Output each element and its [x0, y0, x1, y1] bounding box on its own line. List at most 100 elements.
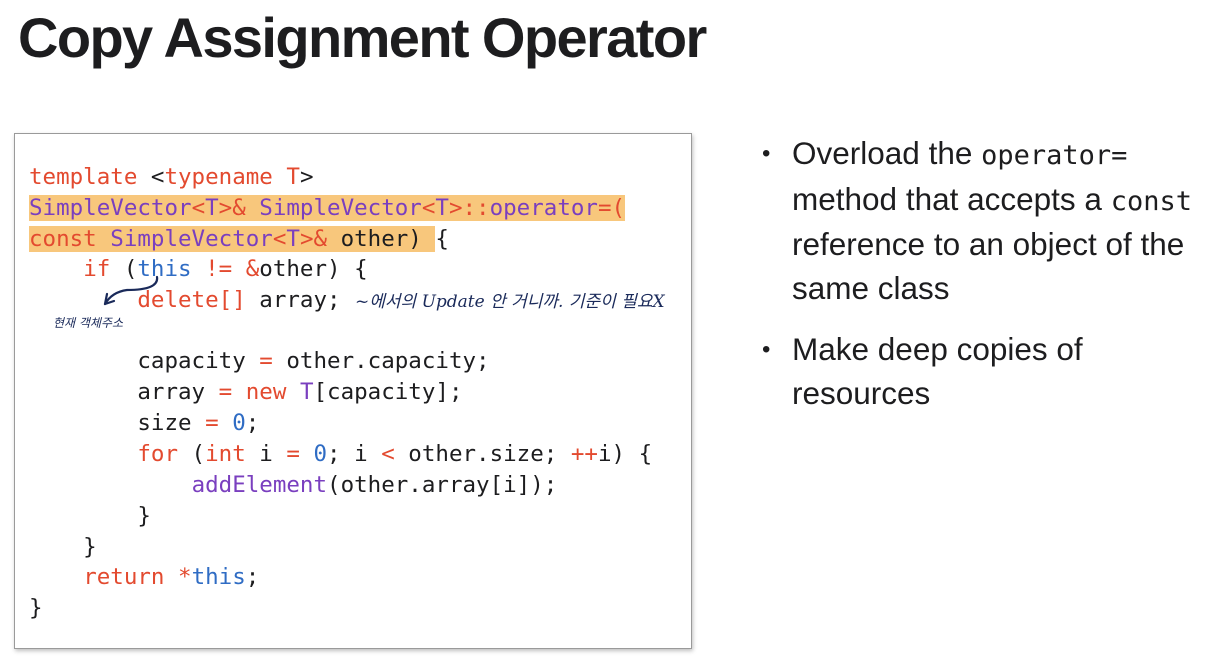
- code-token: <: [191, 195, 206, 221]
- bullet-item: • Overload the operator= method that acc…: [762, 132, 1222, 310]
- code-token: !=: [205, 256, 233, 282]
- keyword: new: [245, 379, 287, 405]
- code-token: >&: [218, 195, 260, 221]
- code-line-2: SimpleVector<T>& SimpleVector<T>::operat…: [29, 193, 626, 223]
- bullet-text: reference to an object of the same class: [792, 226, 1185, 306]
- code-token: >: [299, 164, 314, 190]
- operator-keyword: operator: [489, 195, 598, 221]
- keyword: for: [137, 441, 179, 467]
- code-line-8: size = 0;: [29, 408, 259, 438]
- code-token: ;: [245, 410, 260, 436]
- code-line-12: }: [29, 532, 97, 562]
- bullet-text: Overload the: [792, 135, 982, 171]
- code-token: *: [178, 564, 192, 590]
- code-token: }: [29, 534, 97, 560]
- this-keyword: this: [191, 564, 246, 590]
- code-token: (other.array[i]);: [327, 472, 558, 498]
- code-line-13: return *this;: [29, 562, 259, 592]
- keyword: typename: [164, 164, 287, 190]
- code-token: other): [340, 226, 436, 252]
- code-token: {: [435, 226, 449, 252]
- bullet-item: • Make deep copies of resources: [762, 328, 1222, 415]
- keyword: template: [29, 164, 151, 190]
- code-token: other.size;: [394, 441, 571, 467]
- code-token: ;: [245, 564, 260, 590]
- type-param: T: [205, 195, 219, 221]
- code-token: <: [150, 164, 165, 190]
- code-token: array;: [245, 287, 341, 313]
- code-token: (: [178, 441, 206, 467]
- code-token: =: [205, 410, 219, 436]
- code-line-10: addElement(other.array[i]);: [29, 470, 558, 500]
- code-token: <: [381, 441, 395, 467]
- bullet-text: method that accepts a: [792, 180, 1111, 217]
- type-param: T: [299, 379, 314, 405]
- class-name: SimpleVector: [29, 195, 192, 221]
- function-name: addElement: [191, 472, 328, 498]
- code-line-6: capacity = other.capacity;: [29, 346, 490, 376]
- keyword: int: [205, 441, 246, 467]
- code-token: =(: [597, 195, 626, 221]
- number-literal: 0: [232, 410, 246, 436]
- code-token: <: [421, 195, 436, 221]
- code-token: }: [29, 503, 151, 529]
- type-param: T: [286, 226, 300, 252]
- handwritten-arrow: [103, 275, 159, 306]
- code-token: i) {: [597, 441, 653, 467]
- code-token: capacity: [137, 348, 246, 374]
- class-name: SimpleVector: [110, 226, 273, 252]
- code-token: array: [29, 379, 219, 405]
- slide-title: Copy Assignment Operator: [18, 6, 707, 69]
- handwritten-note-left: 현재 객체주소: [53, 316, 124, 330]
- code-token: <: [272, 226, 287, 252]
- code-token: =: [218, 379, 233, 405]
- bullet-dot: •: [762, 140, 771, 167]
- code-line-11: }: [29, 501, 151, 531]
- code-line-4: if (this != &other) {: [29, 254, 368, 284]
- keyword: const: [29, 226, 111, 252]
- code-token: >::: [448, 195, 490, 221]
- code-line-3: const SimpleVector<T>& other) {: [29, 224, 449, 254]
- code-token: >&: [299, 226, 341, 252]
- code-line-9: for (int i = 0; i < other.size; ++i) {: [29, 439, 652, 469]
- code-token: }: [29, 595, 43, 621]
- code-line-1: template <typename T>: [29, 162, 313, 192]
- keyword: return: [83, 564, 165, 590]
- inline-code: operator=: [981, 140, 1128, 171]
- bullet-list: • Overload the operator= method that acc…: [762, 132, 1222, 433]
- bullet-dot: •: [762, 336, 771, 363]
- class-name: SimpleVector: [259, 195, 422, 221]
- code-token: ++: [570, 441, 598, 467]
- code-block: template <typename T> SimpleVector<T>& S…: [14, 133, 692, 649]
- code-token: size: [29, 410, 206, 436]
- code-line-14: }: [29, 593, 43, 623]
- code-token: ; i: [327, 441, 382, 467]
- code-token: [capacity];: [313, 379, 463, 405]
- code-token: other) {: [259, 256, 368, 282]
- handwritten-note-right: ~에서의 Update 안 거니까. 기준이 필요X: [355, 292, 665, 312]
- type-param: T: [435, 195, 449, 221]
- code-token: i: [245, 441, 287, 467]
- inline-code: const: [1110, 185, 1192, 217]
- code-line-7: array = new T[capacity];: [29, 377, 463, 407]
- code-token: =: [286, 441, 300, 467]
- code-token: other.capacity;: [272, 348, 490, 374]
- number-literal: 0: [313, 441, 328, 467]
- code-token: =: [259, 348, 273, 374]
- code-token: &: [245, 256, 260, 282]
- type-param: T: [286, 164, 300, 190]
- bullet-text: Make deep copies of resources: [792, 331, 1083, 411]
